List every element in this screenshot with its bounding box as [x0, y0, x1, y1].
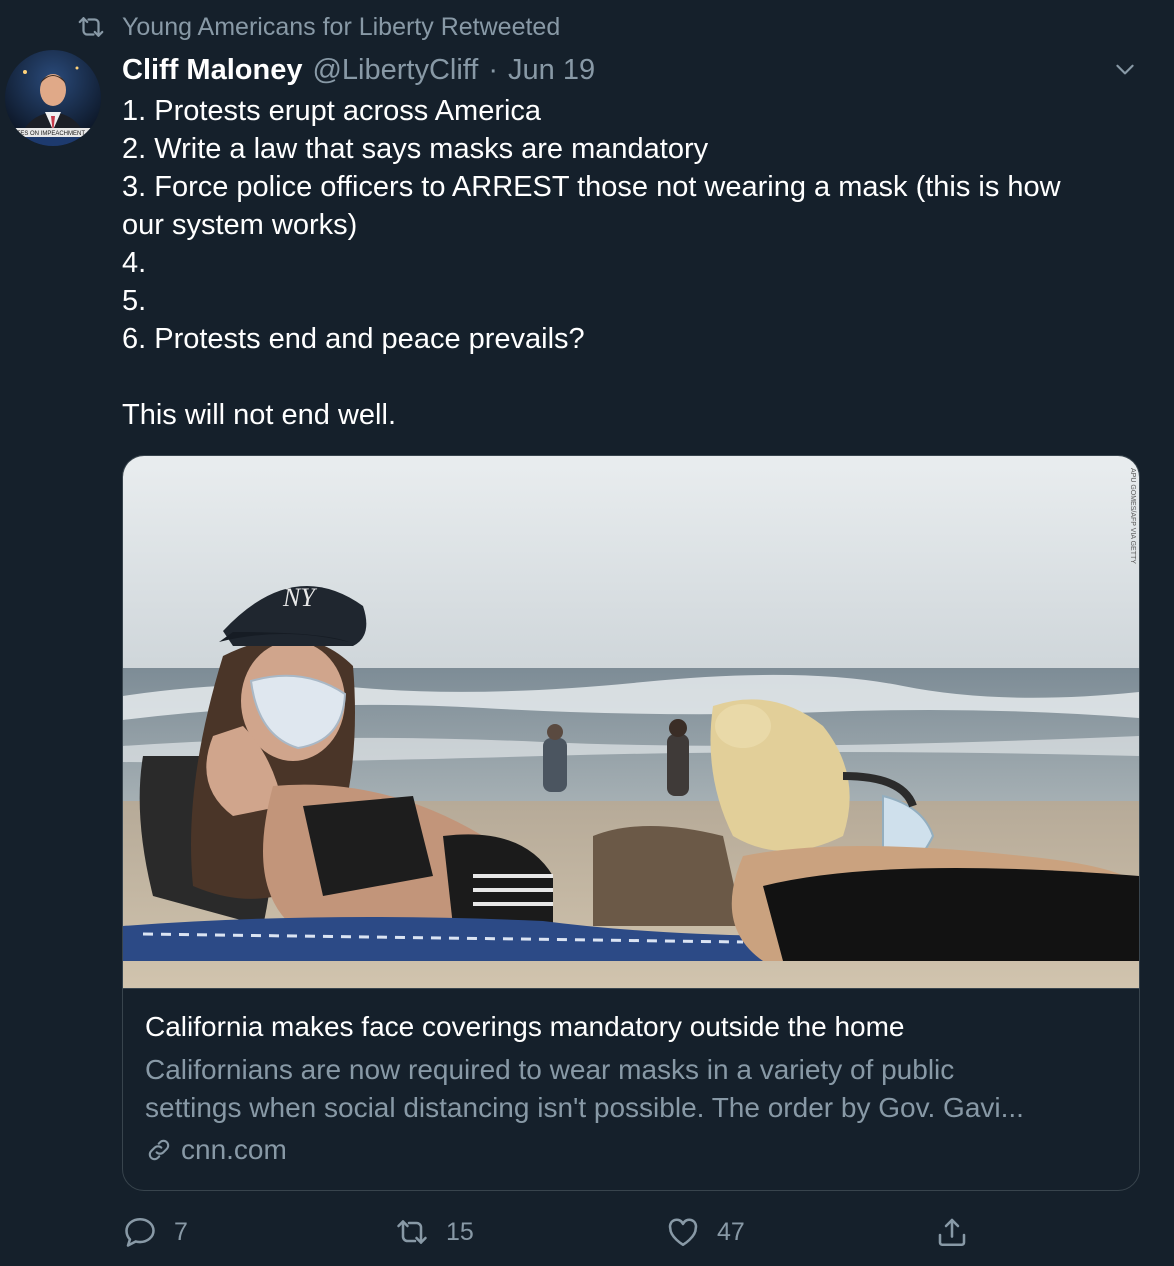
avatar[interactable]: VOTES ON IMPEACHMENT A — [5, 50, 101, 146]
more-options-button[interactable] — [1108, 54, 1142, 88]
tweet-line: 4. — [122, 247, 147, 279]
tweet-text: 1. Protests erupt across America 2. Writ… — [122, 92, 1132, 434]
tweet-line: 2. Write a law that says masks are manda… — [122, 133, 709, 165]
link-card[interactable]: NY APU GOMES/AFP VIA GETTY California ma… — [122, 455, 1140, 1191]
reply-button[interactable]: 7 — [122, 1210, 188, 1254]
avatar-banner-text: VOTES ON IMPEACHMENT A — [8, 131, 90, 137]
retweet-notice[interactable]: Young Americans for Liberty Retweeted — [76, 10, 560, 44]
share-icon — [934, 1214, 970, 1250]
heart-icon — [665, 1214, 701, 1250]
image-credit: APU GOMES/AFP VIA GETTY — [1129, 468, 1136, 564]
tweet-date[interactable]: Jun 19 — [508, 54, 595, 87]
card-description: Californians are now required to wear ma… — [145, 1051, 1120, 1127]
card-domain-text: cnn.com — [181, 1134, 287, 1165]
tweet-line: 3. Force police officers to ARREST those… — [122, 171, 1061, 203]
like-button[interactable]: 47 — [665, 1210, 745, 1254]
retweet-icon — [394, 1214, 430, 1250]
card-image[interactable]: NY APU GOMES/AFP VIA GETTY — [123, 456, 1139, 989]
author-name[interactable]: Cliff Maloney — [122, 54, 302, 87]
svg-text:NY: NY — [282, 583, 317, 612]
card-title[interactable]: California makes face coverings mandator… — [145, 1008, 1115, 1046]
retweet-notice-text: Young Americans for Liberty Retweeted — [122, 12, 561, 41]
chevron-down-icon — [1112, 56, 1138, 87]
tweet-line: 5. — [122, 285, 147, 317]
tweet-line: 1. Protests erupt across America — [122, 95, 542, 127]
tweet-line: This will not end well. — [122, 399, 396, 431]
separator-dot: · — [488, 53, 499, 86]
tweet[interactable]: Young Americans for Liberty Retweeted VO… — [0, 0, 1174, 1266]
author-handle[interactable]: @LibertyCliff — [312, 54, 478, 87]
retweet-count: 15 — [446, 1217, 474, 1246]
retweet-icon — [76, 12, 106, 42]
card-description-line: settings when social distancing isn't po… — [145, 1092, 1024, 1123]
card-description-line: Californians are now required to wear ma… — [145, 1054, 955, 1085]
like-count: 47 — [717, 1217, 745, 1246]
tweet-line: our system works) — [122, 209, 358, 241]
link-icon — [145, 1136, 173, 1164]
tweet-line — [122, 358, 1132, 396]
card-domain[interactable]: cnn.com — [145, 1131, 287, 1169]
share-button[interactable] — [934, 1210, 986, 1254]
retweet-button[interactable]: 15 — [394, 1210, 474, 1254]
tweet-header: Cliff Maloney @LibertyCliff · Jun 19 — [122, 50, 595, 90]
reply-icon — [122, 1214, 158, 1250]
reply-count: 7 — [174, 1217, 188, 1246]
tweet-line: 6. Protests end and peace prevails? — [122, 323, 585, 355]
